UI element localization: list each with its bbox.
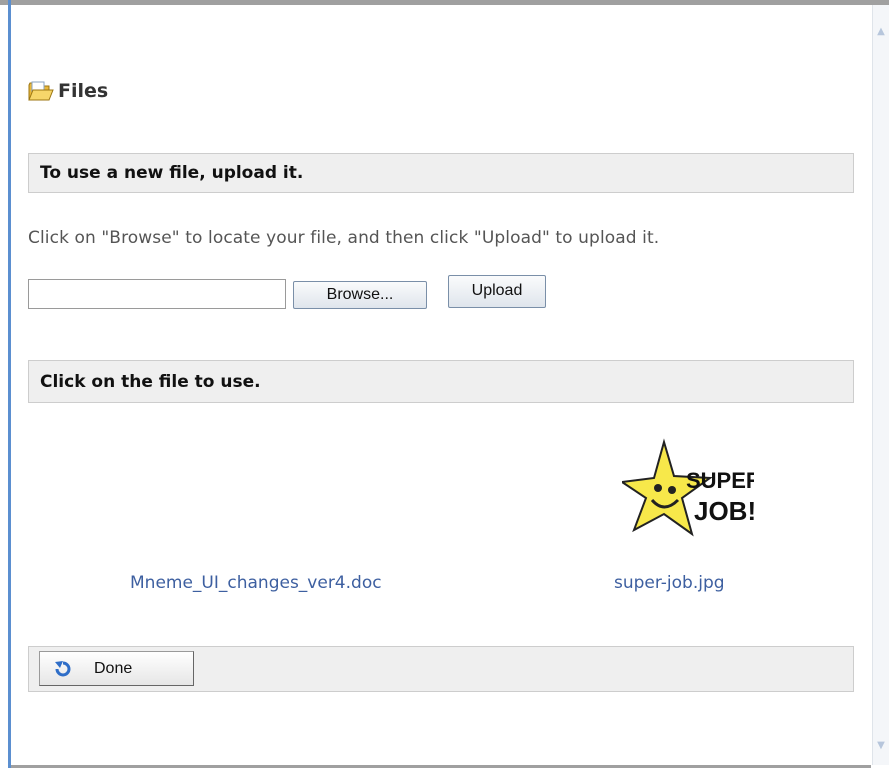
folder-icon [28, 81, 54, 101]
upload-section-header: To use a new file, upload it. [28, 153, 854, 193]
vertical-scrollbar[interactable]: ▲ ▼ [872, 5, 889, 765]
thumbnail-text-super: SUPER [686, 468, 754, 493]
super-job-thumbnail[interactable]: SUPER JOB! [622, 438, 754, 554]
return-arrow-icon [55, 660, 71, 676]
thumbnail-text-job: JOB! [694, 496, 754, 526]
footer-bar: Done [28, 646, 854, 692]
window-top-border [0, 0, 889, 5]
browse-button[interactable]: Browse... [293, 281, 427, 309]
file-path-input[interactable] [28, 279, 286, 309]
page-title: Files [28, 80, 108, 102]
page-title-text: Files [58, 80, 109, 102]
upload-button[interactable]: Upload [448, 275, 546, 308]
upload-instructions: Click on "Browse" to locate your file, a… [28, 228, 660, 248]
files-section-header: Click on the file to use. [28, 360, 854, 403]
file-link-doc[interactable]: Mneme_UI_changes_ver4.doc [130, 573, 382, 593]
window-left-border [8, 0, 11, 768]
done-button[interactable]: Done [39, 651, 194, 686]
scroll-up-icon[interactable]: ▲ [874, 25, 888, 39]
scroll-down-icon[interactable]: ▼ [874, 739, 888, 753]
done-button-label: Done [94, 659, 133, 677]
file-link-jpg[interactable]: super-job.jpg [614, 573, 725, 593]
